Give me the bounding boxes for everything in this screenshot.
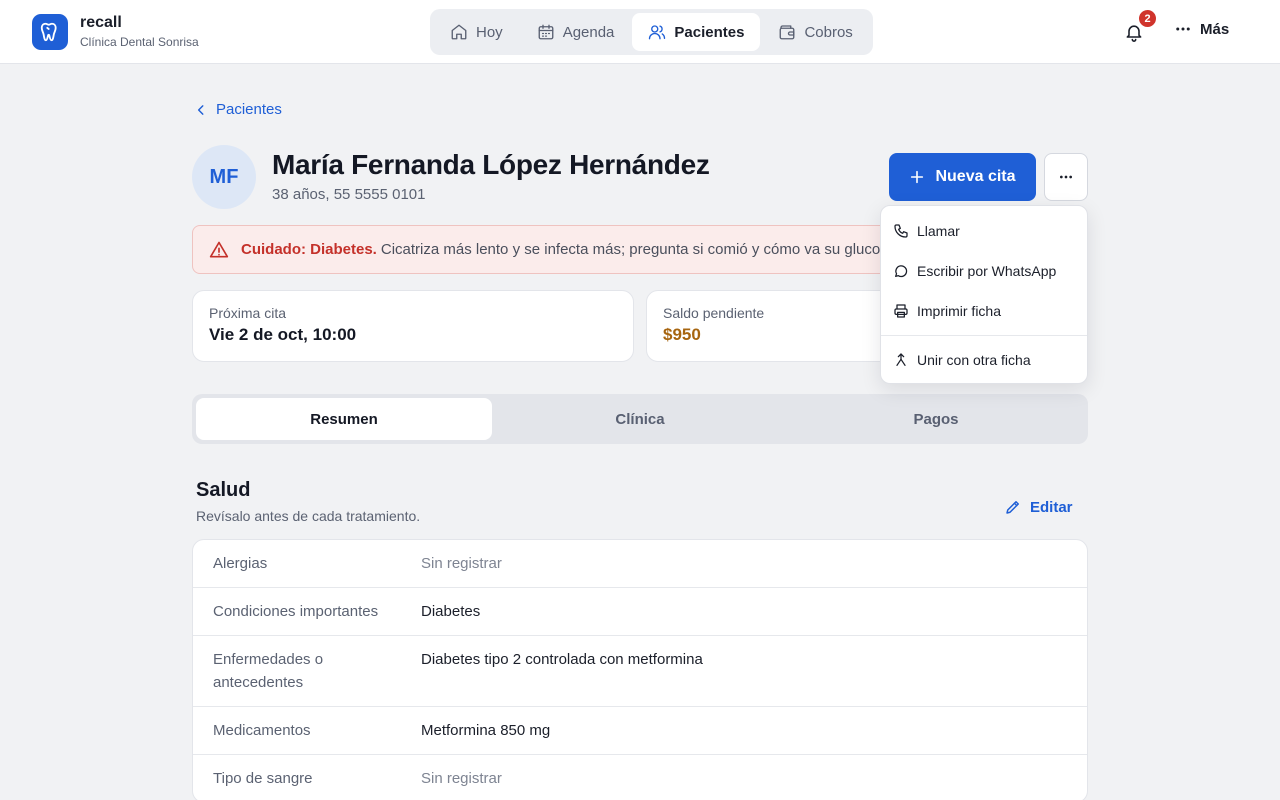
brand-name: recall <box>80 14 122 31</box>
section-subtitle: Revísalo antes de cada tratamiento. <box>196 508 421 524</box>
row-value: Metformina 850 mg <box>421 722 551 739</box>
users-icon <box>648 23 666 41</box>
back-label: Pacientes <box>216 101 282 118</box>
row-label: Medicamentos <box>213 722 311 739</box>
card-label: Próxima cita <box>209 305 287 321</box>
home-icon <box>450 23 468 41</box>
row-label: Alergias <box>213 555 268 572</box>
section-title: Salud <box>196 479 251 501</box>
next-appointment-card[interactable]: Próxima cita Vie 2 de oct, 10:00 <box>192 290 634 362</box>
nav-tab-label: Agenda <box>562 23 615 41</box>
menu-item-whatsapp[interactable]: Escribir por WhatsApp <box>881 251 1087 291</box>
tooth-logo-icon <box>32 14 68 50</box>
tab-resumen[interactable]: Resumen <box>196 398 492 440</box>
nav-tab-agenda[interactable]: Agenda <box>521 13 631 51</box>
patient-tabs: Resumen Clínica Pagos <box>192 394 1088 444</box>
table-row: Tipo de sangre Sin registrar <box>193 755 1087 800</box>
nav-tab-cobros[interactable]: Cobros <box>762 13 868 51</box>
back-link[interactable]: Pacientes <box>194 101 282 118</box>
next-appointment-value: Vie 2 de oct, 10:00 <box>209 325 357 344</box>
nav-tab-label: Hoy <box>476 23 503 41</box>
nav-tab-hoy[interactable]: Hoy <box>434 13 519 51</box>
row-value: Diabetes <box>421 603 481 620</box>
alert-title: Cuidado: Diabetes. <box>241 241 377 258</box>
clinic-name: Clínica Dental Sonrisa <box>80 35 199 49</box>
new-appointment-label: Nueva cita <box>935 168 1016 185</box>
pencil-icon <box>1004 498 1022 516</box>
menu-item-label: Unir con otra ficha <box>917 352 1031 368</box>
nav-tab-pacientes[interactable]: Pacientes <box>632 13 761 51</box>
row-label: Enfermedades o antecedentes <box>213 651 324 691</box>
chat-bubble-icon <box>893 263 909 279</box>
table-row: Alergias Sin registrar <box>193 540 1087 588</box>
page-title: María Fernanda López Hernández <box>272 149 710 180</box>
more-actions-menu: Llamar Escribir por WhatsApp Imprimir fi… <box>880 205 1088 384</box>
menu-item-merge[interactable]: Unir con otra ficha <box>881 340 1087 380</box>
phone-icon <box>893 223 909 239</box>
menu-item-label: Llamar <box>917 223 960 239</box>
top-bar: recall Clínica Dental Sonrisa Hoy Agenda… <box>0 0 1280 64</box>
row-value: Sin registrar <box>421 770 502 787</box>
chevron-left-icon <box>194 103 208 117</box>
menu-item-label: Imprimir ficha <box>917 303 1002 319</box>
patient-meta: 38 años, 55 5555 0101 <box>272 186 426 203</box>
edit-health-button[interactable]: Editar <box>1004 498 1073 516</box>
menu-divider <box>881 335 1087 336</box>
tab-pagos[interactable]: Pagos <box>788 398 1084 440</box>
wallet-icon <box>778 23 796 41</box>
brand[interactable]: recall Clínica Dental Sonrisa <box>32 14 199 50</box>
menu-item-print[interactable]: Imprimir ficha <box>881 291 1087 331</box>
row-label: Tipo de sangre <box>213 770 313 787</box>
more-actions-button[interactable] <box>1044 153 1088 201</box>
edit-label: Editar <box>1030 498 1073 516</box>
calendar-icon <box>537 23 555 41</box>
nav-tab-label: Pacientes <box>674 23 745 41</box>
more-label: Más <box>1200 20 1230 38</box>
merge-icon <box>893 352 909 368</box>
notification-badge: 2 <box>1137 8 1158 29</box>
health-table: Alergias Sin registrar Condiciones impor… <box>192 539 1088 800</box>
warning-icon <box>209 240 229 260</box>
nav-tab-label: Cobros <box>804 23 853 41</box>
ellipsis-icon <box>1174 20 1192 38</box>
plus-icon <box>909 169 925 185</box>
printer-icon <box>893 303 909 319</box>
table-row: Enfermedades o antecedentes Diabetes tip… <box>193 636 1087 707</box>
tab-clinica[interactable]: Clínica <box>492 398 788 440</box>
table-row: Medicamentos Metformina 850 mg <box>193 707 1087 755</box>
more-menu-button[interactable]: Más <box>1174 20 1229 38</box>
alert-text: Cicatriza más lento y se infecta más; pr… <box>380 241 901 258</box>
row-value: Sin registrar <box>421 555 502 572</box>
table-row: Condiciones importantes Diabetes <box>193 588 1087 636</box>
menu-item-label: Escribir por WhatsApp <box>917 263 1057 279</box>
ellipsis-icon <box>1058 169 1074 185</box>
row-label: Condiciones importantes <box>213 603 379 620</box>
avatar: MF <box>192 145 256 209</box>
menu-item-call[interactable]: Llamar <box>881 211 1087 251</box>
main-nav: Hoy Agenda Pacientes Cobros <box>430 9 873 55</box>
row-value: Diabetes tipo 2 controlada con metformin… <box>421 651 703 668</box>
new-appointment-button[interactable]: Nueva cita <box>889 153 1036 201</box>
